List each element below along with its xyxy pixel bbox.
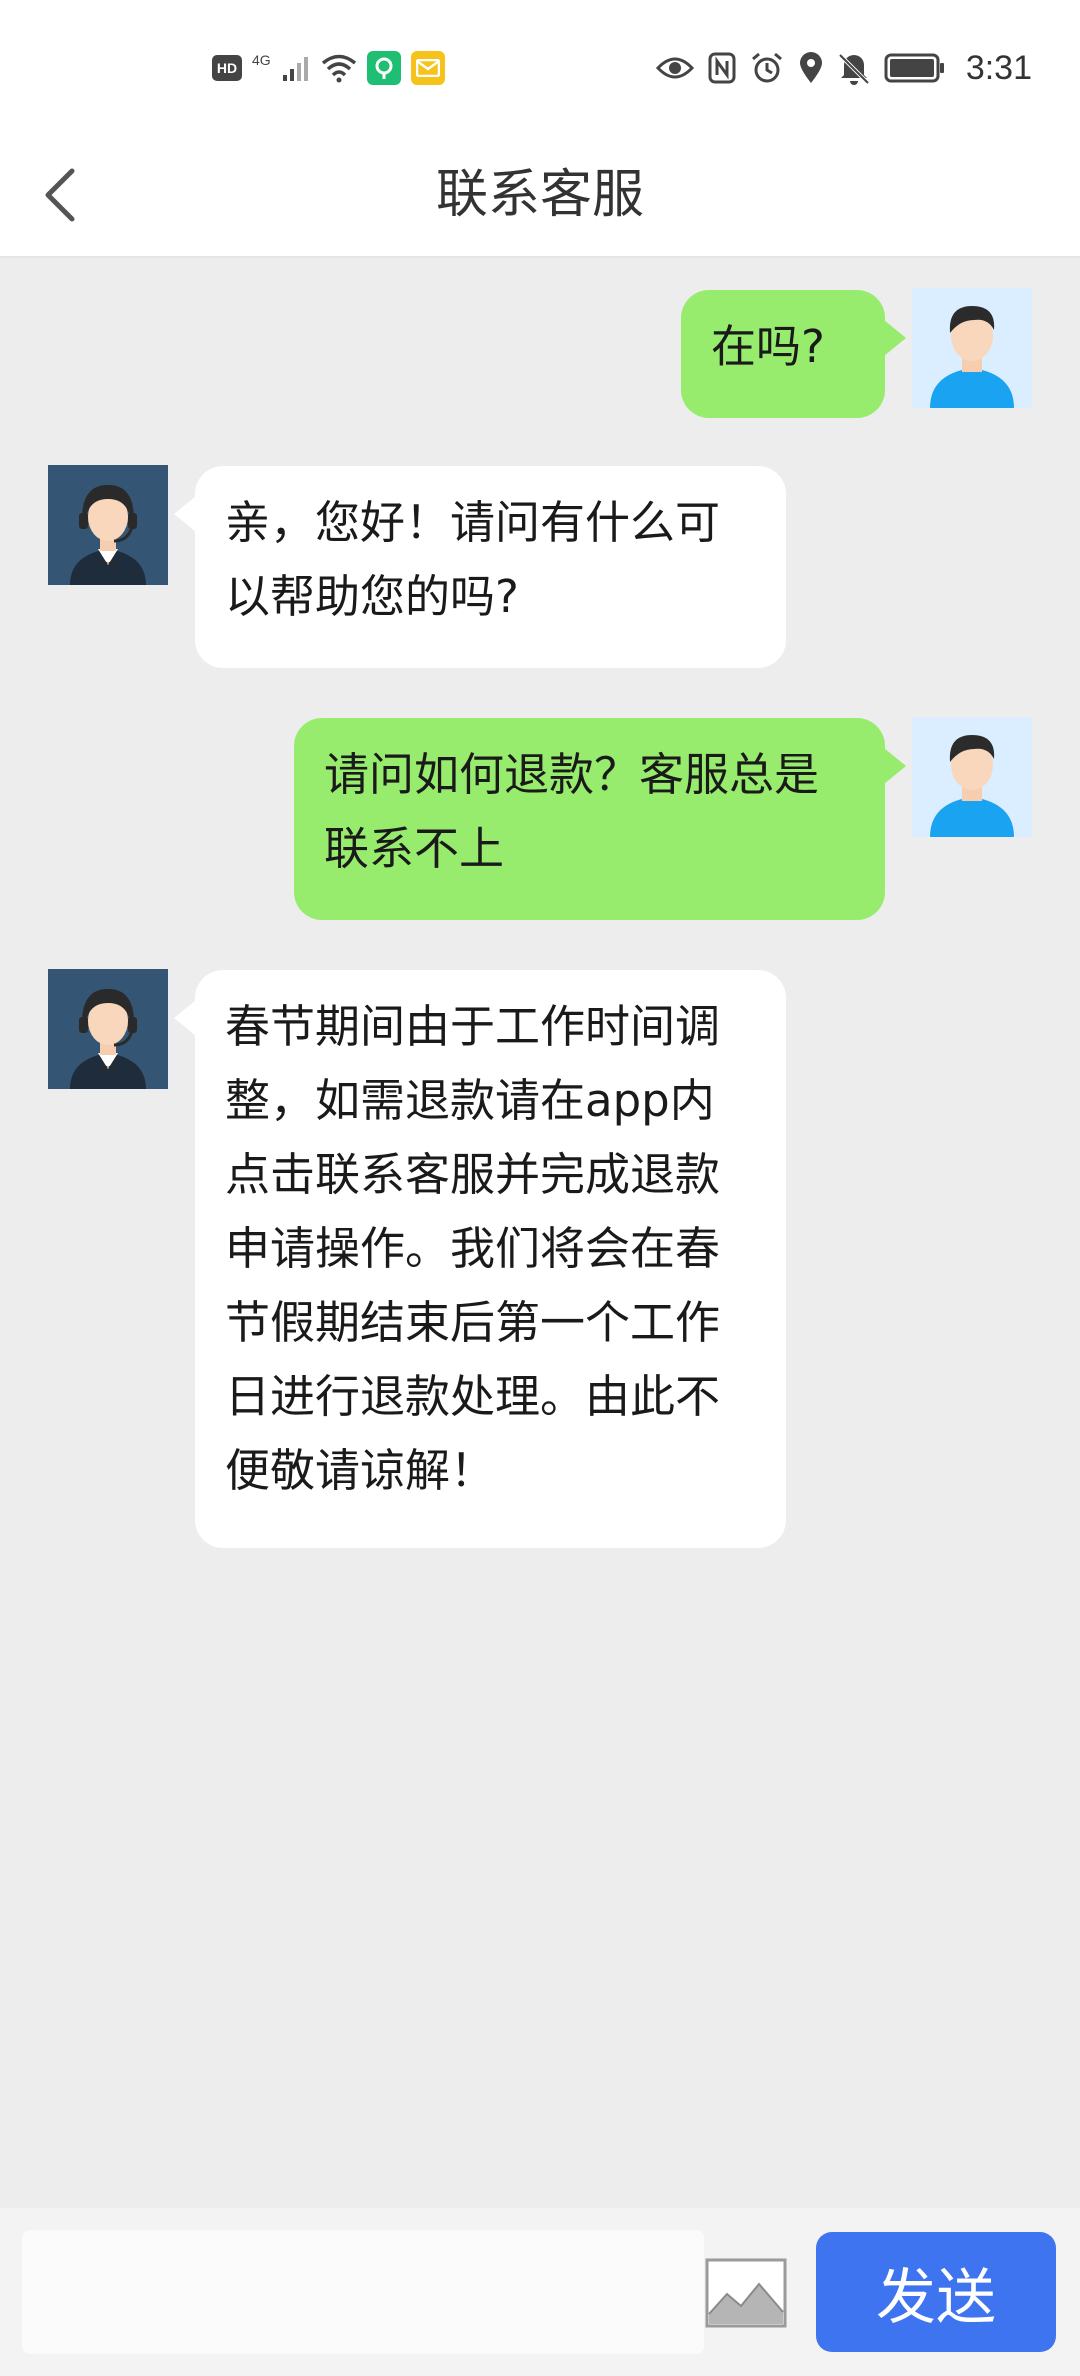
app-notification-icon bbox=[366, 51, 401, 85]
message-text: 亲，您好！请问有什么可以帮助您的吗? bbox=[225, 496, 721, 623]
mute-icon bbox=[838, 53, 870, 85]
input-bar: 发送 bbox=[0, 2208, 1080, 2376]
eye-icon bbox=[655, 57, 694, 79]
nfc-icon bbox=[708, 52, 736, 84]
image-icon bbox=[705, 2258, 787, 2328]
back-button[interactable] bbox=[20, 155, 100, 235]
location-icon bbox=[799, 52, 822, 83]
chat-screen: HD 4G 3:31 联系客服 在吗? 亲，您好！请问有什么可以帮助您的吗? 请… bbox=[0, 0, 1080, 2376]
page-title: 联系客服 bbox=[435, 165, 644, 225]
message-text: 在吗? bbox=[711, 320, 825, 373]
bubble-tail bbox=[174, 496, 196, 532]
message-input[interactable] bbox=[22, 2230, 704, 2354]
chevron-left-icon bbox=[45, 168, 75, 222]
message-bubble-agent[interactable]: 春节期间由于工作时间调整，如需退款请在app内点击联系客服并完成退款申请操作。我… bbox=[195, 970, 786, 1548]
mail-notification-icon bbox=[410, 51, 445, 85]
agent-avatar-icon bbox=[48, 465, 168, 585]
chat-area[interactable]: 在吗? 亲，您好！请问有什么可以帮助您的吗? 请问如何退款？客服总是联系不上 春… bbox=[0, 258, 1080, 2208]
status-time: 3:31 bbox=[965, 48, 1032, 87]
agent-avatar[interactable] bbox=[48, 465, 168, 585]
message-bubble-agent[interactable]: 亲，您好！请问有什么可以帮助您的吗? bbox=[195, 466, 786, 668]
message-bubble-user[interactable]: 在吗? bbox=[681, 290, 885, 418]
user-avatar-icon bbox=[912, 288, 1032, 408]
signal-icon bbox=[282, 57, 308, 81]
battery-icon bbox=[884, 53, 944, 83]
image-button[interactable] bbox=[705, 2258, 787, 2328]
hd-icon: HD bbox=[212, 55, 242, 81]
user-avatar-icon bbox=[912, 717, 1032, 837]
bubble-tail bbox=[884, 748, 906, 784]
bubble-tail bbox=[884, 320, 906, 356]
message-bubble-user[interactable]: 请问如何退款？客服总是联系不上 bbox=[294, 718, 885, 920]
status-left-icons: HD 4G bbox=[212, 50, 445, 86]
wifi-icon bbox=[321, 54, 356, 83]
message-text: 春节期间由于工作时间调整，如需退款请在app内点击联系客服并完成退款申请操作。我… bbox=[225, 1000, 721, 1497]
agent-avatar[interactable] bbox=[48, 969, 168, 1089]
message-text: 请问如何退款？客服总是联系不上 bbox=[324, 748, 820, 875]
send-button[interactable]: 发送 bbox=[816, 2232, 1056, 2352]
bubble-tail bbox=[174, 1000, 196, 1036]
status-right-icons: 3:31 bbox=[655, 48, 1032, 88]
user-avatar[interactable] bbox=[912, 288, 1032, 408]
alarm-icon bbox=[751, 52, 782, 83]
nav-bar: 联系客服 bbox=[0, 135, 1080, 258]
agent-avatar-icon bbox=[48, 969, 168, 1089]
status-bar: HD 4G 3:31 bbox=[0, 0, 1080, 135]
user-avatar[interactable] bbox=[912, 717, 1032, 837]
network-type-label: 4G bbox=[252, 52, 271, 68]
